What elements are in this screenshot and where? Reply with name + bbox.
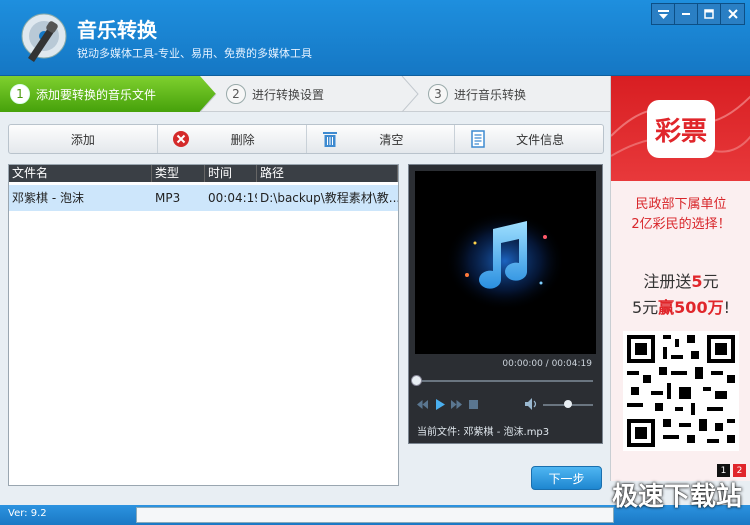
- volume-icon[interactable]: [525, 398, 539, 410]
- file-list-header: 文件名 类型 时间 路径: [9, 165, 398, 182]
- step-3-number: 3: [428, 84, 448, 104]
- column-header-path[interactable]: 路径: [257, 165, 398, 182]
- version-label: Ver: 9.2: [8, 508, 47, 519]
- ad-line-3-b: 5: [691, 272, 703, 291]
- close-icon: [727, 9, 738, 19]
- dropdown-menu-icon: [657, 9, 669, 19]
- ad-line-3-c: 元: [702, 272, 719, 291]
- delete-label: 删除: [230, 132, 255, 147]
- ad-line-4: 5元赢500万!: [611, 294, 750, 318]
- trash-icon: [322, 132, 337, 147]
- watermark: 极速下载站: [612, 482, 743, 512]
- cell-time: 00:04:19: [208, 191, 257, 205]
- player-screen: [415, 171, 596, 354]
- step-1-label: 添加要转换的音乐文件: [36, 87, 157, 102]
- add-button[interactable]: 添加: [9, 125, 158, 153]
- ad-logo: 彩票: [647, 100, 715, 158]
- clear-label: 清空: [379, 132, 404, 147]
- column-header-type[interactable]: 类型: [152, 165, 205, 182]
- app-logo-icon: [21, 13, 67, 62]
- delete-button[interactable]: 删除: [158, 125, 307, 153]
- play-icon[interactable]: [434, 399, 445, 410]
- next-step-button[interactable]: 下一步: [531, 466, 602, 490]
- previous-icon[interactable]: [417, 399, 428, 410]
- maximize-icon: [704, 9, 714, 19]
- file-list[interactable]: 文件名 类型 时间 路径 邓紫棋 - 泡沫 MP3 00:04:19 D:\ba…: [8, 164, 399, 486]
- step-2[interactable]: 2 进行转换设置: [226, 76, 324, 112]
- qr-code-icon: [623, 331, 739, 451]
- ad-line-4-c: !: [723, 298, 730, 317]
- cell-name: 邓紫棋 - 泡沫: [12, 191, 84, 205]
- ad-banner[interactable]: 彩票 民政部下属单位 2亿彩民的选择！ 注册送5元 5元赢500万! 1 2: [610, 76, 750, 481]
- app-subtitle: 锐动多媒体工具-专业、易用、免费的多媒体工具: [77, 47, 312, 60]
- next-icon[interactable]: [451, 399, 462, 410]
- cell-type: MP3: [155, 191, 181, 205]
- minimize-button[interactable]: [675, 4, 698, 24]
- seek-handle[interactable]: [411, 375, 422, 386]
- ad-line-2: 2亿彩民的选择！: [631, 217, 731, 232]
- close-button[interactable]: [721, 4, 744, 24]
- progress-bar: [136, 507, 614, 523]
- add-label: 添加: [70, 132, 95, 147]
- menu-button[interactable]: [652, 4, 675, 24]
- window-controls: [651, 3, 745, 25]
- ad-line-4-a: 5元: [631, 298, 659, 317]
- ad-line-4-b: 赢500万: [658, 298, 724, 317]
- music-note-icon: [445, 211, 565, 311]
- steps-bar: 1 添加要转换的音乐文件 2 进行转换设置 3 进行音乐转换: [0, 76, 610, 112]
- file-info-icon: [471, 130, 485, 148]
- title-bar: 音乐转换 锐动多媒体工具-专业、易用、免费的多媒体工具: [0, 0, 750, 76]
- volume-handle[interactable]: [564, 400, 572, 408]
- clear-button[interactable]: 清空: [307, 125, 456, 153]
- column-header-name[interactable]: 文件名: [9, 165, 152, 182]
- toolbar: 添加 删除 清空 文件信息: [8, 124, 604, 154]
- stop-icon[interactable]: [468, 399, 479, 410]
- step-1-number: 1: [10, 84, 30, 104]
- column-header-time[interactable]: 时间: [205, 165, 257, 182]
- media-player: 00:00:00 / 00:04:19 当前文件: 邓紫棋 - 泡沫.mp3: [408, 164, 603, 444]
- app-title: 音乐转换: [77, 18, 157, 42]
- ad-line-3: 注册送5元: [611, 268, 750, 292]
- maximize-button[interactable]: [698, 4, 721, 24]
- file-info-label: 文件信息: [516, 132, 565, 147]
- seek-bar[interactable]: [417, 380, 593, 382]
- ad-line-3-a: 注册送: [643, 272, 692, 291]
- ad-header: 彩票: [611, 76, 750, 181]
- player-controls: [417, 399, 479, 410]
- playback-time: 00:00:00 / 00:04:19: [502, 359, 592, 369]
- minimize-icon: [682, 13, 690, 15]
- cell-path: D:\backup\教程素材\教...: [260, 191, 398, 205]
- table-row[interactable]: 邓紫棋 - 泡沫 MP3 00:04:19 D:\backup\教程素材\教..…: [9, 185, 398, 211]
- step-3-label: 进行音乐转换: [454, 87, 527, 102]
- step-1[interactable]: 1 添加要转换的音乐文件: [10, 76, 156, 112]
- delete-icon: [172, 131, 189, 147]
- step-2-number: 2: [226, 84, 246, 104]
- file-info-button[interactable]: 文件信息: [455, 125, 603, 153]
- step-2-label: 进行转换设置: [252, 87, 325, 102]
- ad-line-1: 民政部下属单位: [635, 197, 727, 212]
- step-3[interactable]: 3 进行音乐转换: [428, 76, 526, 112]
- current-file: 当前文件: 邓紫棋 - 泡沫.mp3: [417, 427, 550, 438]
